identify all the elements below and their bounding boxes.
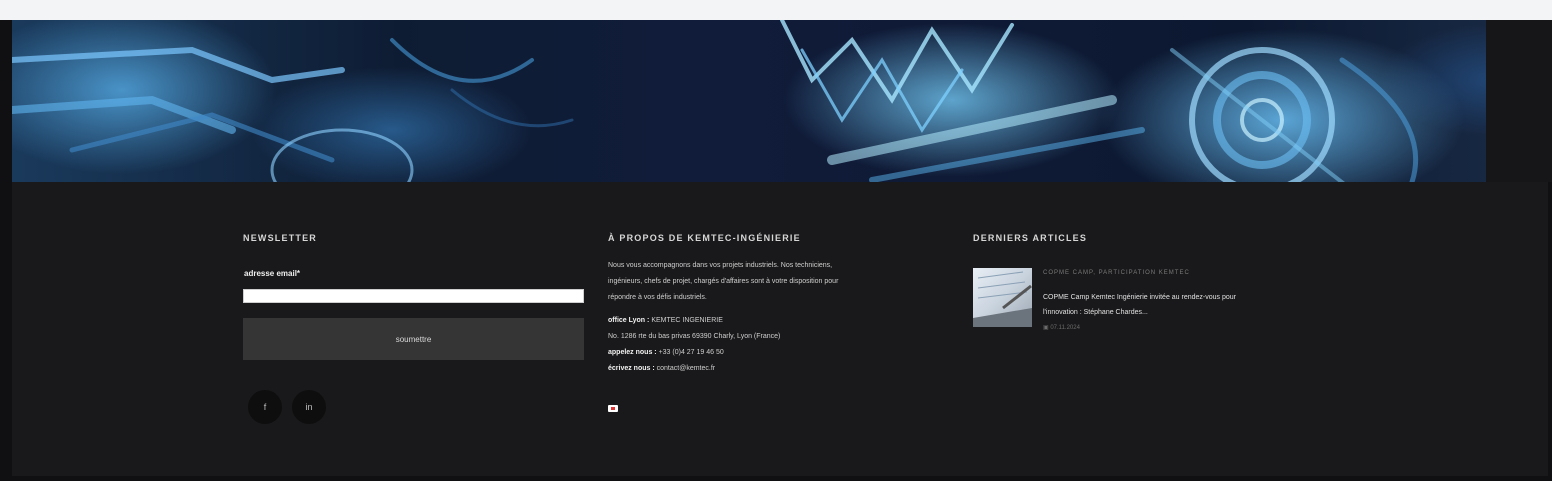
article-date-value: 07.11.2024 [1050,325,1080,331]
office-value: KEMTEC INGENIERIE [651,317,723,324]
phone-line: appelez nous : +33 (0)4 27 19 46 50 [608,345,724,360]
submit-button[interactable]: soumettre [243,318,584,360]
hero-right-band [1486,20,1552,182]
about-description-line-2: ingénieurs, chefs de projet, chargés d'a… [608,278,839,285]
facebook-icon[interactable]: f [248,390,282,424]
article-title[interactable]: COPME Camp Kemtec Ingénierie invitée au … [1043,290,1313,320]
article-date: ▣ 07.11.2024 [1043,324,1080,331]
contact-email-link[interactable]: contact@kemtec.fr [657,365,715,372]
email-input[interactable] [243,289,584,303]
hero-banner-image [12,20,1552,182]
email-label: adresse email* [244,269,301,278]
article-title-line-2[interactable]: l'innovation : Stéphane Chardes... [1043,305,1313,320]
article-title-line-1[interactable]: COPME Camp Kemtec Ingénierie invitée au … [1043,290,1313,305]
article-category[interactable]: COPME CAMP, PARTICIPATION KEMTEC [1043,270,1190,276]
office-line: office Lyon : KEMTEC INGENIERIE [608,313,723,328]
newsletter-title: NEWSLETTER [243,233,317,243]
top-bar [0,0,1552,20]
about-description-line-1: Nous vous accompagnons dans vos projets … [608,262,833,269]
phone-label: appelez nous : [608,349,657,356]
article-thumbnail[interactable] [973,268,1032,327]
linkedin-icon[interactable]: in [292,390,326,424]
phone-value[interactable]: +33 (0)4 27 19 46 50 [659,349,724,356]
email-contact-line: écrivez nous : contact@kemtec.fr [608,361,715,376]
language-flag-icon[interactable] [608,405,618,412]
about-title: À PROPOS DE KEMTEC-INGÉNIERIE [608,233,801,243]
about-description-line-3: répondre à vos défis industriels. [608,294,707,301]
articles-title: DERNIERS ARTICLES [973,233,1088,243]
contact-email-label: écrivez nous : [608,365,655,372]
address-line: No. 1286 rte du bas privas 69390 Charly,… [608,333,781,340]
office-label: office Lyon : [608,317,650,324]
